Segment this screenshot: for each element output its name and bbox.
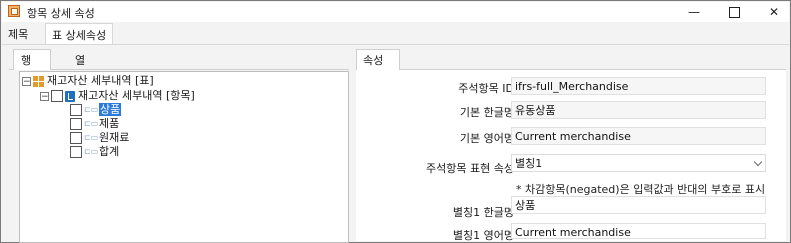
- app-icon: [8, 5, 20, 17]
- tab-row[interactable]: 행: [13, 49, 51, 70]
- tab-column[interactable]: 열: [75, 52, 85, 68]
- tree-checkbox[interactable]: [70, 132, 82, 144]
- property-form: 주석항목 ID ifrs-full_Merchandise 기본 한글명 유동상…: [356, 70, 786, 242]
- expression-select[interactable]: 별칭1: [511, 154, 766, 172]
- tree-item-label: 제품: [99, 117, 120, 130]
- collapse-icon[interactable]: −: [22, 76, 31, 86]
- tree-checkbox[interactable]: [70, 146, 82, 158]
- tab-properties[interactable]: 속성: [356, 49, 400, 70]
- tree-item[interactable]: ⊏▭ 상품: [70, 103, 122, 117]
- chevron-down-icon: [753, 157, 763, 167]
- tree-checkbox[interactable]: [51, 90, 63, 102]
- negated-note: * 차감항목(negated)은 입력값과 반대의 부호로 표시: [516, 183, 766, 196]
- title-bar: 항목 상세 속성 — ✕: [2, 2, 789, 22]
- window-frame: 항목 상세 속성 — ✕ 제목 표 상세속성 행 열 − 재고자산 세부내역 [표…: [0, 0, 791, 243]
- alias-english-field[interactable]: Current merchandise: [511, 223, 766, 239]
- tree-checkbox[interactable]: [70, 104, 82, 116]
- property-tab-bar: 속성: [356, 49, 786, 70]
- maximize-icon: [728, 7, 740, 18]
- tree-item[interactable]: ⊏▭제품: [70, 117, 119, 131]
- window-title: 항목 상세 속성: [27, 7, 95, 20]
- tree-root-label: 재고자산 세부내역 [표]: [47, 74, 154, 87]
- collapse-icon[interactable]: −: [40, 91, 49, 101]
- top-tab-bar: 제목 표 상세속성: [2, 22, 789, 45]
- tree-item-label: 원재료: [99, 131, 130, 144]
- table-icon: [33, 75, 44, 87]
- field-label: 주석항목 표현 속성: [426, 162, 514, 175]
- tree-item[interactable]: ⊏▭원재료: [70, 131, 129, 145]
- note-item-id-field[interactable]: ifrs-full_Merchandise: [511, 77, 766, 95]
- minimize-button[interactable]: —: [674, 2, 714, 22]
- left-panel: 행 열 − 재고자산 세부내역 [표] − 재고자산 세부내역 [항목] ⊏▭ 상품 …: [9, 49, 349, 243]
- row-tree: − 재고자산 세부내역 [표] − 재고자산 세부내역 [항목] ⊏▭ 상품 ⊏▭제품…: [19, 71, 349, 243]
- right-panel: 속성 주석항목 ID ifrs-full_Merchandise 기본 한글명 …: [356, 49, 786, 242]
- alias-korean-field[interactable]: 상품: [511, 196, 766, 214]
- tree-item[interactable]: ⊏▭합계: [70, 145, 119, 159]
- field-label: 별칭1 영어명: [452, 229, 514, 242]
- field-label: 기본 한글명: [459, 106, 514, 119]
- item-icon: ⊏▭: [84, 147, 99, 156]
- english-name-field[interactable]: Current merchandise: [511, 127, 766, 145]
- tab-table-properties[interactable]: 표 상세속성: [45, 23, 114, 44]
- maximize-button[interactable]: [714, 2, 754, 22]
- tree-root[interactable]: − 재고자산 세부내역 [표]: [22, 74, 154, 88]
- expression-select-value: 별칭1: [515, 157, 543, 170]
- korean-name-field[interactable]: 유동상품: [511, 101, 766, 119]
- close-button[interactable]: ✕: [754, 2, 791, 22]
- row-column-tabs: 행 열: [9, 49, 349, 70]
- item-group-icon: [65, 90, 75, 102]
- item-icon: ⊏▭: [84, 119, 99, 128]
- item-icon: ⊏▭: [84, 105, 99, 114]
- field-label: 기본 영어명: [459, 132, 514, 145]
- tree-child[interactable]: − 재고자산 세부내역 [항목]: [40, 89, 195, 103]
- field-label: 주석항목 ID: [458, 82, 514, 95]
- tree-checkbox[interactable]: [70, 118, 82, 130]
- tab-title[interactable]: 제목: [8, 26, 28, 42]
- field-label: 별칭1 한글명: [452, 206, 514, 219]
- tree-item-label: 합계: [99, 145, 120, 158]
- item-icon: ⊏▭: [84, 133, 99, 142]
- tree-child-label: 재고자산 세부내역 [항목]: [78, 89, 195, 102]
- tree-item-label: 상품: [99, 103, 122, 116]
